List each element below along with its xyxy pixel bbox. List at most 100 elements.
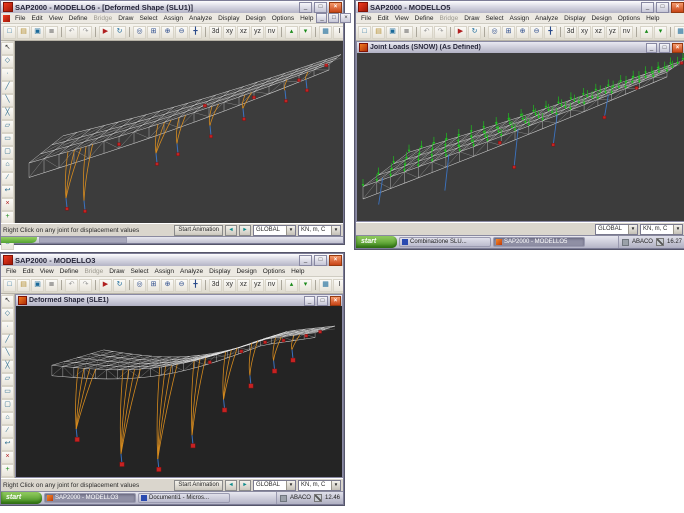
intersecting-line-select-icon[interactable]: ∕: [1, 172, 14, 185]
zoom-all-icon[interactable]: ◎: [488, 26, 501, 39]
select-pointer-icon[interactable]: ↖: [1, 295, 14, 308]
menu-design[interactable]: Design: [588, 15, 614, 22]
draw-frame-icon[interactable]: ╱: [1, 81, 14, 94]
menu-select[interactable]: Select: [136, 15, 160, 22]
child-close-button[interactable]: ×: [672, 43, 683, 53]
quick-draw-brace-icon[interactable]: ╳: [1, 360, 14, 373]
tray-app-icon[interactable]: [280, 495, 287, 502]
child-minimize-button[interactable]: _: [316, 13, 327, 23]
menu-edit[interactable]: Edit: [19, 268, 36, 275]
menu-draw[interactable]: Draw: [106, 268, 127, 275]
dropdown-arrow-icon[interactable]: ▼: [286, 481, 295, 490]
coordinate-system-dropdown[interactable]: GLOBAL ▼: [253, 480, 296, 491]
draw-frame-icon[interactable]: ╱: [1, 334, 14, 347]
view-xz-icon[interactable]: xz: [237, 26, 250, 39]
child-title-bar[interactable]: Joint Loads (SNOW) (As Defined) _ □ ×: [357, 42, 684, 53]
model-viewport-deformed-shape[interactable]: [15, 41, 343, 223]
units-dropdown[interactable]: KN, m, C ▼: [298, 225, 341, 236]
zoom-all-icon[interactable]: ◎: [133, 279, 146, 292]
quick-draw-brace-icon[interactable]: ╳: [1, 107, 14, 120]
move-up-in-list-icon[interactable]: ▴: [640, 26, 653, 39]
model-viewport-joint-loads[interactable]: [357, 53, 684, 221]
start-button-partial[interactable]: [1, 237, 37, 243]
menu-design[interactable]: Design: [242, 15, 268, 22]
quick-draw-area-icon[interactable]: ▭: [1, 133, 14, 146]
assign-section-icon[interactable]: I: [333, 279, 343, 292]
menu-select[interactable]: Select: [482, 15, 506, 22]
undo-icon[interactable]: ↶: [65, 26, 78, 39]
dropdown-arrow-icon[interactable]: ▼: [628, 225, 637, 234]
title-bar[interactable]: SAP2000 - MODELLO6 - [Deformed Shape (SL…: [1, 1, 343, 13]
menu-draw[interactable]: Draw: [461, 15, 482, 22]
menu-bridge[interactable]: Bridge: [90, 15, 115, 22]
print-icon[interactable]: ≣: [400, 26, 413, 39]
run-analysis-icon[interactable]: ▶: [99, 26, 112, 39]
print-icon[interactable]: ≣: [45, 279, 58, 292]
add-to-view-icon[interactable]: +: [1, 464, 14, 477]
restore-button[interactable]: □: [314, 2, 327, 13]
zoom-out-icon[interactable]: ⊖: [530, 26, 543, 39]
minimize-button[interactable]: _: [299, 255, 312, 266]
zoom-in-icon[interactable]: ⊕: [161, 26, 174, 39]
zoom-out-icon[interactable]: ⊖: [175, 279, 188, 292]
quick-draw-frame-icon[interactable]: ╲: [1, 347, 14, 360]
zoom-in-icon[interactable]: ⊕: [161, 279, 174, 292]
display-options-icon[interactable]: ▦: [319, 26, 332, 39]
pan-icon[interactable]: ╋: [189, 279, 202, 292]
redo-icon[interactable]: ↷: [79, 279, 92, 292]
new-model-icon[interactable]: □: [3, 26, 16, 39]
menu-file[interactable]: File: [358, 15, 374, 22]
select-poly-icon[interactable]: ⌂: [1, 159, 14, 172]
view-yz-icon[interactable]: yz: [606, 26, 619, 39]
pan-icon[interactable]: ╋: [189, 26, 202, 39]
child-restore-button[interactable]: □: [659, 43, 670, 53]
animation-back-button[interactable]: ◄: [225, 225, 237, 236]
task-button-word-document[interactable]: Documenti1 - Micros...: [138, 493, 230, 503]
task-button-sap2000[interactable]: SAP2000 - MODELLO3: [44, 493, 136, 503]
intersecting-line-select-icon[interactable]: ∕: [1, 425, 14, 438]
menu-view[interactable]: View: [46, 15, 66, 22]
view-xy-icon[interactable]: xy: [578, 26, 591, 39]
menu-display[interactable]: Display: [215, 15, 242, 22]
menu-assign[interactable]: Assign: [152, 268, 178, 275]
menu-bridge[interactable]: Bridge: [436, 15, 461, 22]
view-3d-icon[interactable]: 3d: [209, 26, 222, 39]
coordinate-system-dropdown[interactable]: GLOBAL ▼: [595, 224, 638, 235]
menu-display[interactable]: Display: [206, 268, 233, 275]
view-3d-icon[interactable]: 3d: [209, 279, 222, 292]
menu-options[interactable]: Options: [269, 15, 297, 22]
menu-analyze[interactable]: Analyze: [186, 15, 215, 22]
move-down-in-list-icon[interactable]: ▾: [654, 26, 667, 39]
redo-icon[interactable]: ↷: [434, 26, 447, 39]
dropdown-arrow-icon[interactable]: ▼: [673, 225, 682, 234]
menu-edit[interactable]: Edit: [374, 15, 391, 22]
pan-icon[interactable]: ╋: [544, 26, 557, 39]
display-options-icon[interactable]: ▦: [674, 26, 684, 39]
select-window-icon[interactable]: ▢: [1, 399, 14, 412]
refresh-window-icon[interactable]: ↻: [113, 26, 126, 39]
move-up-in-list-icon[interactable]: ▴: [285, 26, 298, 39]
child-close-button[interactable]: ×: [340, 13, 351, 23]
draw-joint-icon[interactable]: ∙: [1, 68, 14, 81]
child-minimize-button[interactable]: _: [304, 296, 315, 306]
animation-forward-button[interactable]: ►: [239, 225, 251, 236]
select-window-icon[interactable]: ▢: [1, 146, 14, 159]
menu-bridge[interactable]: Bridge: [81, 268, 106, 275]
restore-button[interactable]: □: [314, 255, 327, 266]
menu-file[interactable]: File: [3, 268, 19, 275]
child-restore-button[interactable]: □: [317, 296, 328, 306]
task-button-partial[interactable]: [39, 237, 127, 243]
menu-analyze[interactable]: Analyze: [177, 268, 206, 275]
move-up-in-list-icon[interactable]: ▴: [285, 279, 298, 292]
save-icon[interactable]: ▣: [31, 26, 44, 39]
volume-icon[interactable]: [656, 238, 664, 246]
menu-define[interactable]: Define: [66, 15, 91, 22]
run-analysis-icon[interactable]: ▶: [99, 279, 112, 292]
menu-options[interactable]: Options: [615, 15, 643, 22]
clear-selection-icon[interactable]: ×: [1, 198, 14, 211]
menu-draw[interactable]: Draw: [115, 15, 136, 22]
dropdown-arrow-icon[interactable]: ▼: [331, 226, 340, 235]
zoom-in-icon[interactable]: ⊕: [516, 26, 529, 39]
child-restore-button[interactable]: □: [328, 13, 339, 23]
zoom-window-icon[interactable]: ⊞: [147, 26, 160, 39]
